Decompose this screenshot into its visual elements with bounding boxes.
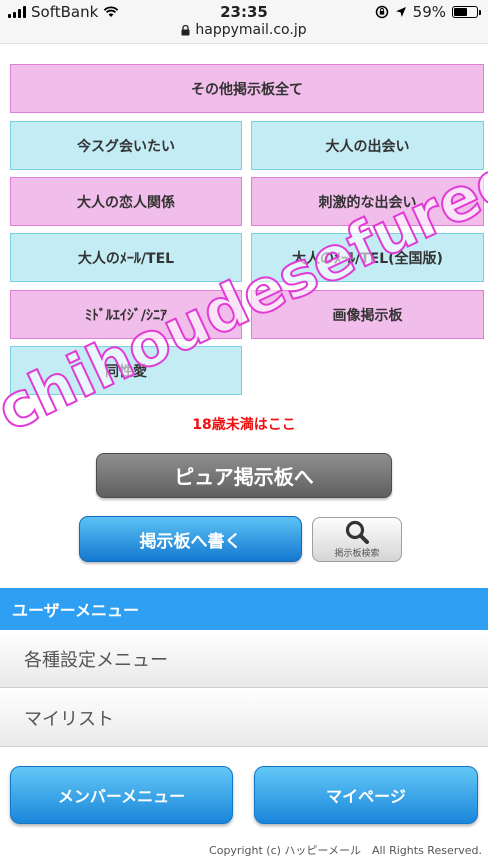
- board-meet-now[interactable]: 今スグ会いたい: [10, 121, 242, 170]
- battery-percent: 59%: [412, 3, 446, 21]
- battery-icon: [452, 6, 481, 18]
- under18-link[interactable]: 18歳未満はここ: [0, 414, 488, 434]
- board-adult-lovers[interactable]: 大人の恋人関係: [10, 177, 242, 226]
- board-search-button[interactable]: 掲示板検索: [312, 517, 402, 562]
- user-menu-header: ユーザーメニュー: [0, 588, 488, 630]
- board-same-sex[interactable]: 同性愛: [10, 346, 242, 395]
- menu-item-settings[interactable]: 各種設定メニュー: [0, 630, 488, 688]
- member-menu-button[interactable]: メンバーメニュー: [10, 766, 233, 824]
- address-bar[interactable]: happymail.co.jp: [0, 22, 488, 38]
- mypage-button[interactable]: マイページ: [254, 766, 478, 824]
- board-exciting-meeting[interactable]: 刺激的な出会い: [251, 177, 484, 226]
- copyright-text: Copyright (c) ハッピーメール All Rights Reserve…: [209, 844, 482, 857]
- url-text: happymail.co.jp: [195, 22, 307, 38]
- lock-icon: [181, 24, 190, 35]
- board-adult-mail-tel[interactable]: 大人のﾒｰﾙ/TEL: [10, 233, 242, 282]
- write-post-button[interactable]: 掲示板へ書く: [79, 516, 302, 562]
- location-arrow-icon: [395, 7, 406, 17]
- board-image[interactable]: 画像掲示板: [251, 290, 484, 339]
- board-adult-meeting[interactable]: 大人の出会い: [251, 121, 484, 170]
- board-adult-mail-tel-national[interactable]: 大人のﾒｰﾙ/TEL(全国版): [251, 233, 484, 282]
- board-search-label: 掲示板検索: [334, 549, 380, 559]
- status-right: 59%: [375, 3, 481, 21]
- pure-board-button[interactable]: ピュア掲示板へ: [96, 453, 392, 498]
- board-all-others[interactable]: その他掲示板全て: [10, 64, 484, 113]
- board-middle-senior[interactable]: ﾐﾄﾞﾙｴｲｼﾞ/ｼﾆｱ: [10, 290, 242, 339]
- rotation-lock-icon: [375, 5, 388, 19]
- search-icon: [345, 520, 369, 544]
- menu-item-mylist[interactable]: マイリスト: [0, 689, 488, 747]
- status-bar: SoftBank 23:35 59% happymail.co.jp: [0, 0, 488, 44]
